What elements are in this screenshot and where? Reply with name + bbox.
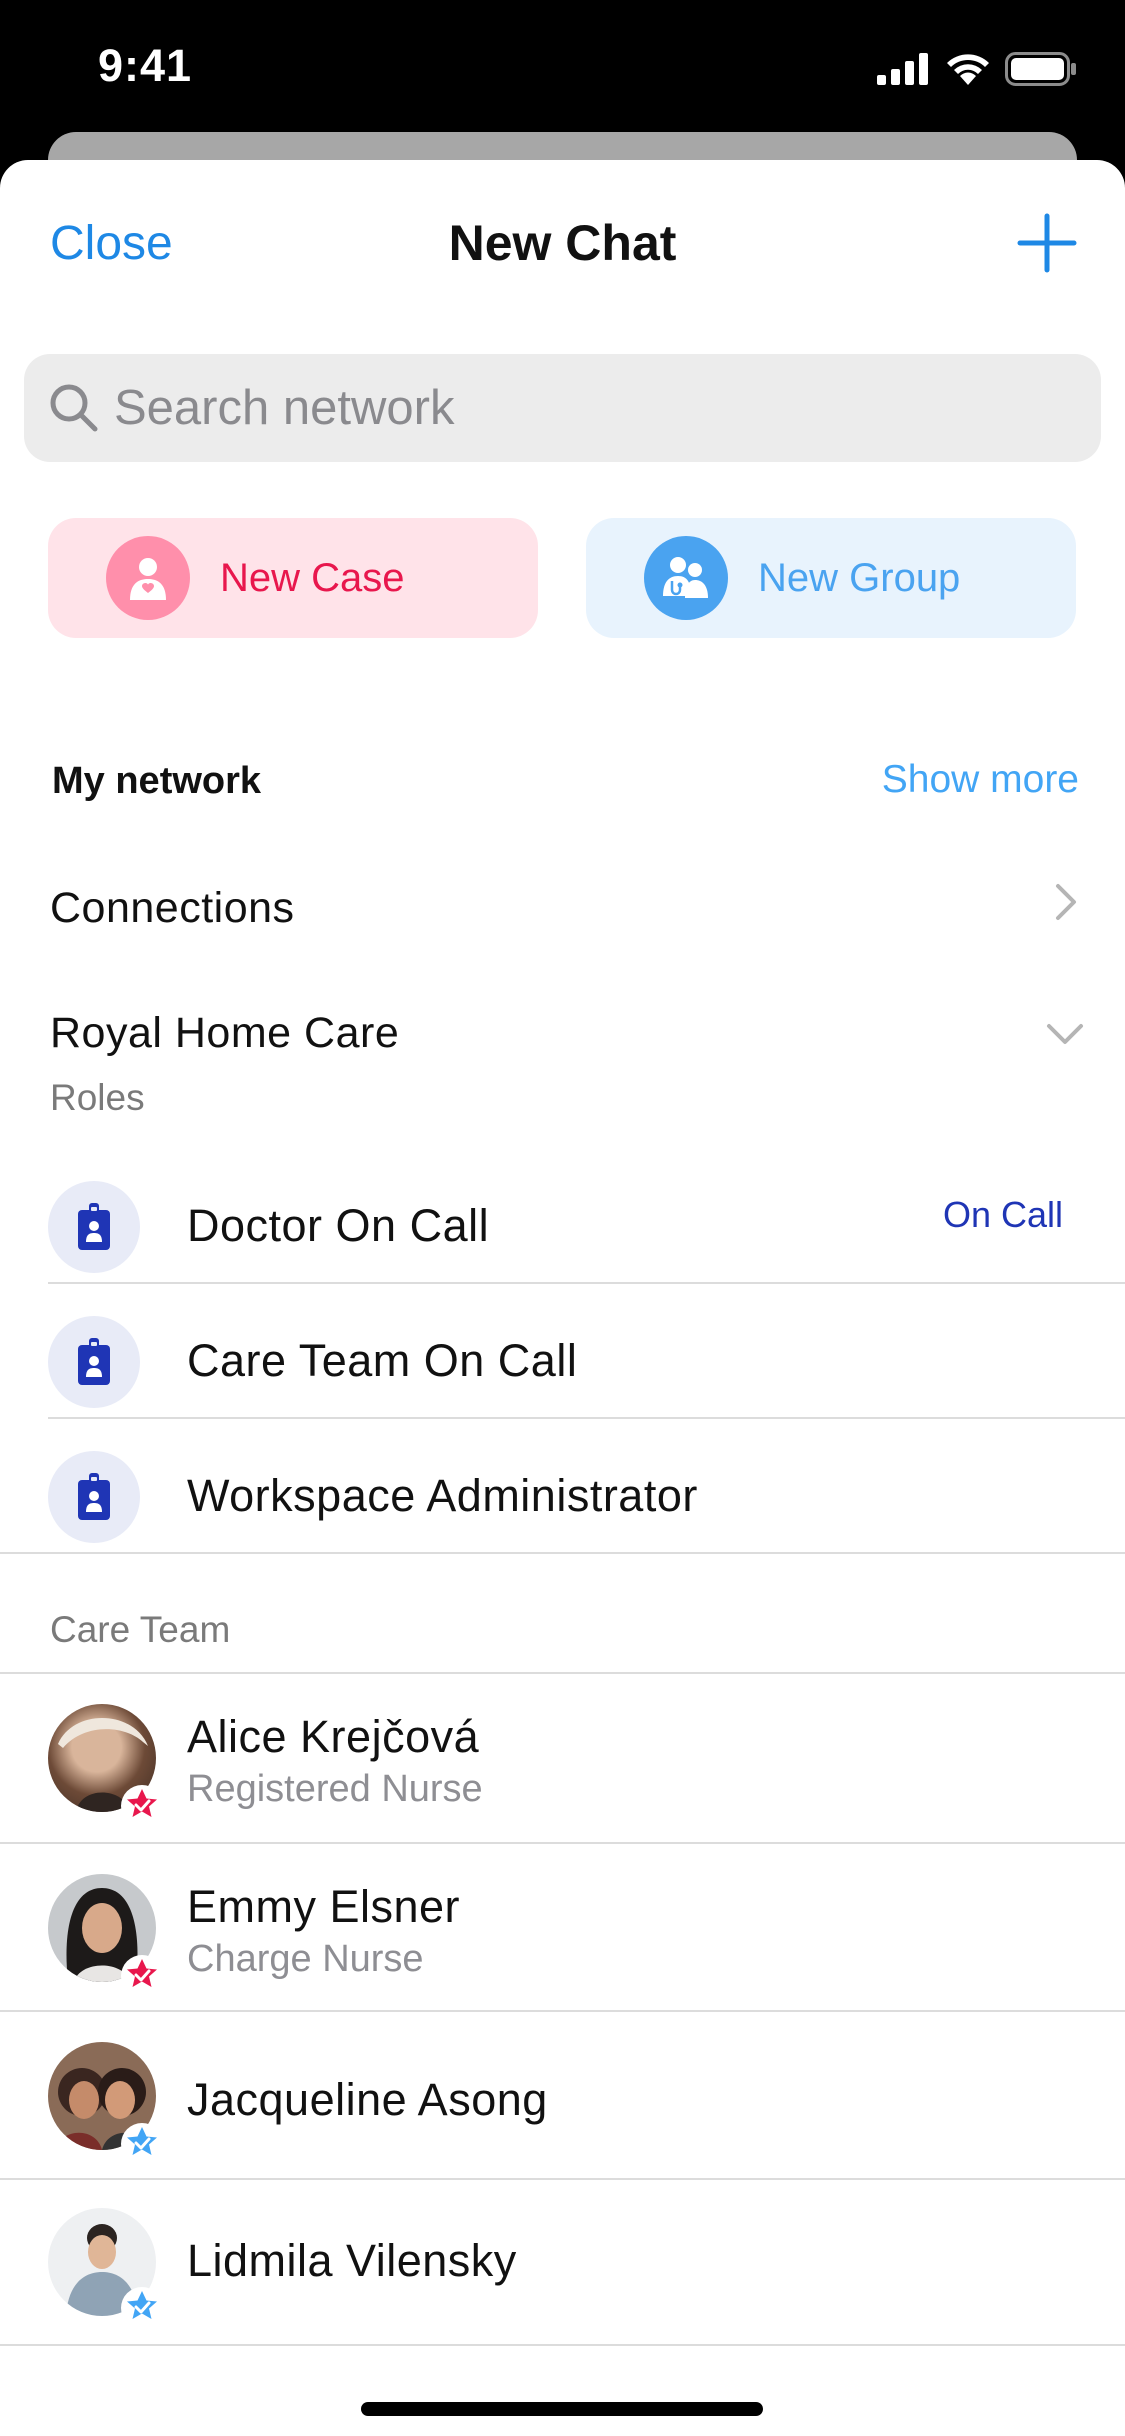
on-call-badge: On Call bbox=[942, 1194, 1063, 1235]
status-time: 9:41 bbox=[98, 40, 193, 91]
member-name: Emmy Elsner bbox=[187, 1881, 461, 1932]
new-chat-sheet: New Chat Close New Case bbox=[0, 160, 1125, 2436]
show-more-link[interactable]: Show more bbox=[882, 758, 1079, 802]
verified-badge-red-icon bbox=[121, 1785, 163, 1827]
home-indicator[interactable] bbox=[361, 2402, 763, 2416]
member-role: Registered Nurse bbox=[187, 1768, 483, 1810]
role-row-doctor-on-call[interactable]: Doctor On Call On Call bbox=[0, 1160, 1125, 1294]
id-badge-icon bbox=[48, 1451, 140, 1543]
add-icon[interactable] bbox=[1016, 212, 1078, 274]
new-group-label: New Group bbox=[758, 555, 961, 600]
divider bbox=[0, 1552, 1125, 1554]
verified-badge-blue-icon bbox=[121, 2123, 163, 2165]
search-bar[interactable] bbox=[24, 354, 1101, 462]
role-row-care-team-on-call[interactable]: Care Team On Call bbox=[0, 1295, 1125, 1429]
care-team-member-row[interactable]: Emmy Elsner Charge Nurse bbox=[0, 1844, 1125, 2010]
member-role: Charge Nurse bbox=[187, 1938, 424, 1980]
wifi-icon bbox=[947, 54, 989, 85]
role-label: Doctor On Call bbox=[187, 1200, 490, 1251]
battery-icon bbox=[1005, 52, 1076, 86]
search-input[interactable] bbox=[114, 354, 1074, 462]
divider bbox=[48, 1417, 1125, 1419]
role-label: Care Team On Call bbox=[187, 1335, 578, 1386]
my-network-heading: My network bbox=[52, 760, 262, 802]
verified-badge-red-icon bbox=[121, 1955, 163, 1997]
new-case-label: New Case bbox=[220, 555, 405, 600]
roles-label: Roles bbox=[50, 1077, 145, 1118]
search-icon bbox=[50, 384, 98, 432]
care-team-member-row[interactable]: Alice Krejčová Registered Nurse bbox=[0, 1674, 1125, 1840]
divider bbox=[48, 1282, 1125, 1284]
close-button[interactable]: Close bbox=[50, 216, 173, 271]
case-icon bbox=[106, 536, 190, 620]
member-name: Alice Krejčová bbox=[187, 1711, 480, 1762]
new-group-button[interactable]: New Group bbox=[586, 518, 1076, 638]
id-badge-icon bbox=[48, 1316, 140, 1408]
member-name: Lidmila Vilensky bbox=[187, 2235, 517, 2286]
chevron-right-icon[interactable] bbox=[1054, 882, 1078, 922]
org-name[interactable]: Royal Home Care bbox=[50, 1009, 399, 1058]
member-name: Jacqueline Asong bbox=[187, 2074, 548, 2125]
id-badge-icon bbox=[48, 1181, 140, 1273]
care-team-heading: Care Team bbox=[50, 1609, 231, 1650]
cellular-signal-icon bbox=[877, 53, 928, 85]
care-team-member-row[interactable]: Jacqueline Asong bbox=[0, 2012, 1125, 2178]
role-label: Workspace Administrator bbox=[187, 1470, 698, 1521]
verified-badge-blue-icon bbox=[121, 2287, 163, 2329]
role-row-workspace-administrator[interactable]: Workspace Administrator bbox=[0, 1430, 1125, 1564]
chevron-down-icon[interactable] bbox=[1045, 1022, 1085, 1046]
new-case-button[interactable]: New Case bbox=[48, 518, 538, 638]
divider bbox=[0, 2344, 1125, 2346]
group-icon bbox=[644, 536, 728, 620]
care-team-member-row[interactable]: Lidmila Vilensky bbox=[0, 2180, 1125, 2346]
status-icons bbox=[877, 46, 1077, 92]
connections-row[interactable]: Connections bbox=[50, 884, 295, 933]
